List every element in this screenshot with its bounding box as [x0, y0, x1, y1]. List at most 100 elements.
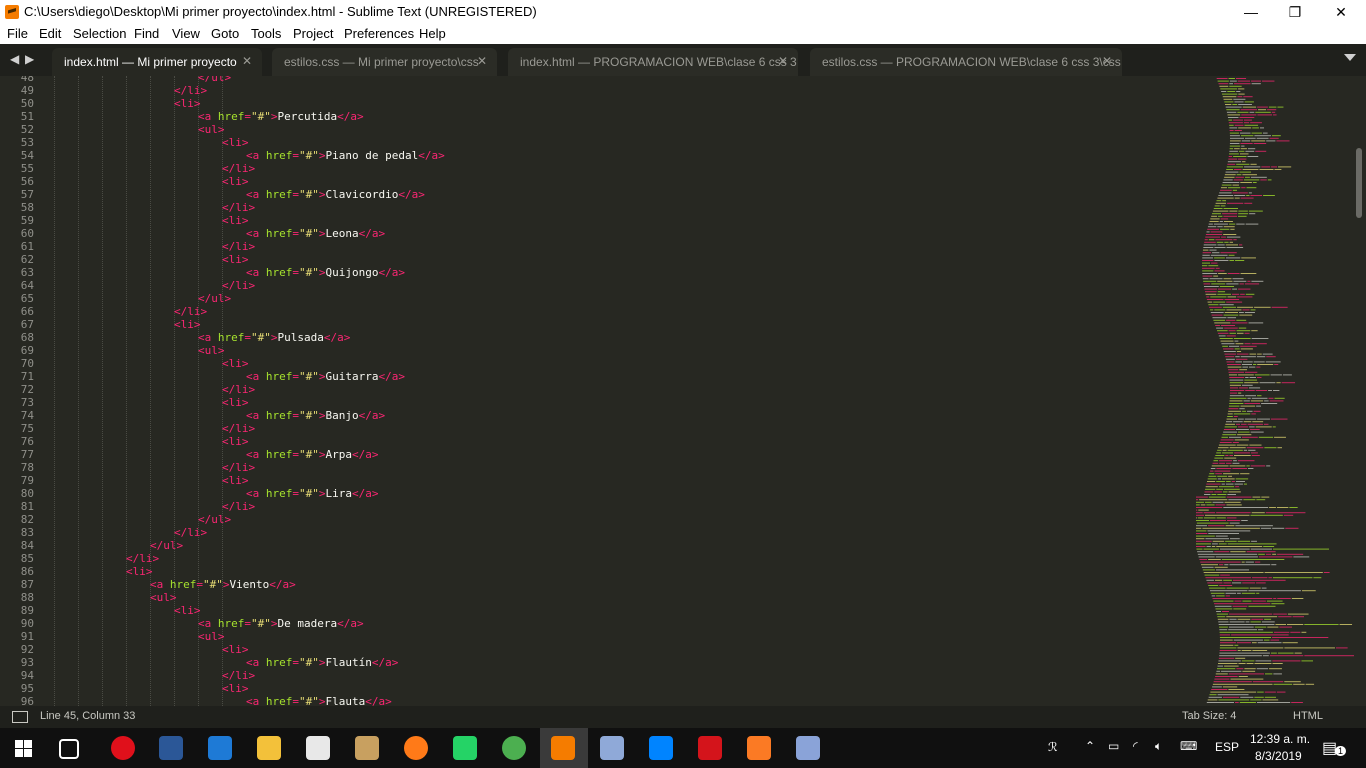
task-view-icon[interactable] [59, 739, 79, 759]
opera-icon[interactable] [111, 736, 135, 760]
code-line[interactable]: </li> [174, 84, 207, 97]
code-area[interactable]: </ul> </li> <li> <a href="#">Percutida</a> <… [54, 76, 1194, 706]
code-line[interactable]: </li> [222, 162, 255, 175]
menu-goto[interactable]: Goto [211, 26, 239, 41]
code-line[interactable]: <li> [222, 253, 249, 266]
whatsapp-icon[interactable] [453, 736, 477, 760]
tab-index-html-programacion-web[interactable]: index.html — PROGRAMACION WEB\clase 6 cs… [508, 48, 798, 76]
code-line[interactable]: <ul> [198, 344, 225, 357]
menu-help[interactable]: Help [419, 26, 446, 41]
show-panel-icon[interactable] [12, 711, 28, 723]
code-line[interactable]: <a href="#">Guitarra</a> [246, 370, 405, 383]
code-line[interactable]: <a href="#">Quijongo</a> [246, 266, 405, 279]
hwp-icon[interactable] [796, 736, 820, 760]
code-line[interactable]: <a href="#">Lira</a> [246, 487, 379, 500]
word-icon[interactable] [159, 736, 183, 760]
menu-view[interactable]: View [172, 26, 200, 41]
messenger-icon[interactable] [649, 736, 673, 760]
code-line[interactable]: </li> [222, 240, 255, 253]
volume-icon[interactable]: 🔈︎ [1155, 739, 1162, 754]
wifi-icon[interactable]: ◜ [1133, 739, 1138, 753]
code-line[interactable]: <a href="#">Piano de pedal</a> [246, 149, 445, 162]
tab-back-icon[interactable]: ◀ [10, 52, 19, 66]
code-line[interactable]: <li> [222, 643, 249, 656]
code-line[interactable]: <li> [174, 604, 201, 617]
code-line[interactable]: <ul> [198, 123, 225, 136]
file-explorer-icon[interactable] [257, 736, 281, 760]
tab-estilos-css-mi-primer-proyecto[interactable]: estilos.css — Mi primer proyecto\css ✕ [272, 48, 497, 76]
code-line[interactable]: </li> [222, 383, 255, 396]
code-line[interactable]: <a href="#">Percutida</a> [198, 110, 364, 123]
code-line[interactable]: <li> [174, 318, 201, 331]
chrome-icon[interactable] [502, 736, 526, 760]
xampp-icon[interactable] [747, 736, 771, 760]
code-line[interactable]: <li> [222, 474, 249, 487]
code-line[interactable]: </li> [222, 669, 255, 682]
battery-icon[interactable]: ▭ [1108, 739, 1119, 753]
maximize-button[interactable]: ❐ [1272, 0, 1318, 24]
tab-estilos-css-programacion-web[interactable]: estilos.css — PROGRAMACION WEB\clase 6 c… [810, 48, 1122, 76]
firefox-icon[interactable] [404, 736, 428, 760]
tab-close-icon[interactable]: ✕ [778, 54, 788, 68]
notepad-icon[interactable] [600, 736, 624, 760]
scrollbar-thumb[interactable] [1356, 148, 1362, 218]
code-line[interactable]: </li> [174, 526, 207, 539]
code-line[interactable]: <a href="#">Flautín</a> [246, 656, 398, 669]
code-line[interactable]: <li> [222, 175, 249, 188]
paint-icon[interactable] [355, 736, 379, 760]
people-icon[interactable]: ℛ [1048, 740, 1058, 754]
code-line[interactable]: <a href="#">Flauta</a> [246, 695, 392, 706]
menu-preferences[interactable]: Preferences [344, 26, 414, 41]
menu-selection[interactable]: Selection [73, 26, 126, 41]
menu-file[interactable]: File [7, 26, 28, 41]
vertical-scrollbar[interactable] [1354, 76, 1366, 706]
menu-project[interactable]: Project [293, 26, 333, 41]
mail-icon[interactable] [306, 736, 330, 760]
code-line[interactable]: <a href="#">De madera</a> [198, 617, 364, 630]
windows-start-icon[interactable] [15, 740, 32, 757]
menu-find[interactable]: Find [134, 26, 159, 41]
tab-close-icon[interactable]: ✕ [242, 54, 252, 68]
close-button[interactable]: ✕ [1318, 0, 1364, 24]
tab-close-icon[interactable]: ✕ [1102, 54, 1112, 68]
tab-close-icon[interactable]: ✕ [477, 54, 487, 68]
tab-forward-icon[interactable]: ▶ [25, 52, 34, 66]
tab-overflow-icon[interactable] [1344, 54, 1356, 61]
code-line[interactable]: <a href="#">Leona</a> [246, 227, 385, 240]
code-line[interactable]: </ul> [150, 539, 183, 552]
code-line[interactable]: <li> [222, 136, 249, 149]
code-line[interactable]: </ul> [198, 76, 231, 84]
menu-edit[interactable]: Edit [39, 26, 61, 41]
menu-tools[interactable]: Tools [251, 26, 281, 41]
code-line[interactable]: </li> [222, 461, 255, 474]
code-line[interactable]: <a href="#">Clavicordio</a> [246, 188, 425, 201]
minimize-button[interactable]: — [1228, 0, 1274, 24]
clock-time[interactable]: 12:39 a. m. [1250, 732, 1310, 746]
edge-icon[interactable] [208, 736, 232, 760]
tab-size[interactable]: Tab Size: 4 [1182, 710, 1236, 722]
code-line[interactable]: <a href="#">Banjo</a> [246, 409, 385, 422]
code-line[interactable]: </li> [222, 279, 255, 292]
code-line[interactable]: </li> [222, 201, 255, 214]
chevron-up-icon[interactable]: ⌃ [1085, 739, 1095, 753]
code-line[interactable]: </li> [222, 422, 255, 435]
code-line[interactable]: </li> [126, 552, 159, 565]
tab-index-html-mi-primer-proyecto[interactable]: index.html — Mi primer proyecto ✕ [52, 48, 262, 76]
code-line[interactable]: </li> [174, 305, 207, 318]
code-line[interactable]: <a href="#">Pulsada</a> [198, 331, 350, 344]
code-line[interactable]: </li> [222, 500, 255, 513]
code-line[interactable]: </ul> [198, 513, 231, 526]
code-line[interactable]: <li> [222, 682, 249, 695]
syntax-mode[interactable]: HTML [1293, 710, 1323, 722]
acrobat-icon[interactable] [698, 736, 722, 760]
code-line[interactable]: <li> [222, 435, 249, 448]
language-indicator[interactable]: ESP [1215, 740, 1239, 754]
minimap[interactable] [1196, 76, 1354, 706]
code-line[interactable]: </ul> [198, 292, 231, 305]
code-line[interactable]: <li> [126, 565, 153, 578]
code-line[interactable]: <ul> [150, 591, 177, 604]
code-line[interactable]: <li> [222, 357, 249, 370]
clock-date[interactable]: 8/3/2019 [1255, 749, 1302, 763]
keyboard-icon[interactable]: ⌨ [1180, 739, 1197, 753]
code-line[interactable]: <a href="#">Arpa</a> [246, 448, 379, 461]
